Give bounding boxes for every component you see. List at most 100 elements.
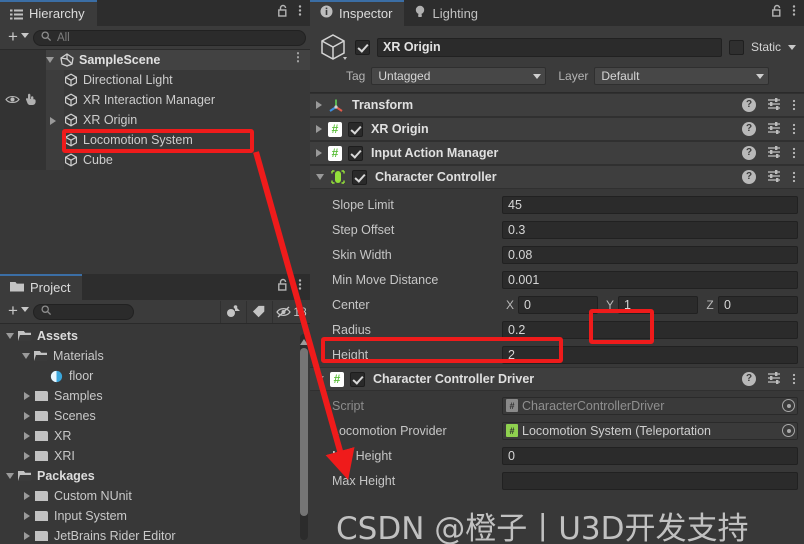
project-item-materials[interactable]: Materials (0, 346, 310, 366)
hierarchy-item-directional-light[interactable]: Directional Light (0, 70, 310, 90)
hierarchy-item-xr-interaction-manager[interactable]: XR Interaction Manager (0, 90, 310, 110)
object-picker-icon[interactable] (782, 399, 795, 412)
component-header-character-controller-driver[interactable]: Character Controller Driver? (310, 367, 804, 391)
preset-sliders-icon[interactable] (767, 169, 781, 185)
tab-inspector[interactable]: Inspector (310, 0, 405, 26)
component-header-xr-origin[interactable]: XR Origin? (310, 117, 804, 141)
project-item-samples[interactable]: Samples (0, 386, 310, 406)
component-enabled-checkbox[interactable] (352, 169, 367, 185)
chevron-right-icon[interactable] (24, 492, 30, 500)
help-circle-icon[interactable]: ? (742, 146, 756, 160)
game-object-enabled-checkbox[interactable] (355, 39, 370, 55)
chevron-right-icon[interactable] (24, 452, 30, 460)
component-header-transform[interactable]: Transform? (310, 93, 804, 117)
chevron-right-icon[interactable] (24, 412, 30, 420)
project-scroll-up-arrow[interactable] (299, 334, 309, 345)
hierarchy-add-button[interactable]: + (4, 28, 33, 47)
chevron-right-icon[interactable] (24, 532, 30, 540)
chevron-right-icon[interactable] (50, 117, 56, 125)
help-circle-icon[interactable]: ? (742, 170, 756, 184)
chevron-right-icon[interactable] (316, 125, 322, 133)
property-input-center-z[interactable]: 0 (718, 295, 798, 314)
chevron-down-icon[interactable] (316, 376, 324, 382)
component-enabled-checkbox[interactable] (350, 371, 365, 387)
project-item-xri[interactable]: XRI (0, 446, 310, 466)
component-header-input-action-manager[interactable]: Input Action Manager? (310, 141, 804, 165)
tab-lighting[interactable]: Lighting (404, 0, 490, 26)
kebab-menu-icon[interactable] (298, 4, 302, 22)
chevron-down-icon[interactable] (22, 353, 30, 359)
project-add-button[interactable]: + (4, 302, 33, 321)
hierarchy-item-cube[interactable]: Cube (0, 150, 310, 170)
property-input-min-move-distance[interactable]: 0.001 (502, 270, 798, 289)
kebab-menu-icon[interactable]: ⋮ (292, 51, 304, 63)
property-input-center-y[interactable]: 1 (618, 295, 698, 314)
project-item-jetbrains-rider-editor[interactable]: JetBrains Rider Editor (0, 526, 310, 544)
preset-sliders-icon[interactable] (767, 121, 781, 137)
chevron-down-icon[interactable] (46, 57, 54, 63)
kebab-menu-icon[interactable] (792, 147, 796, 159)
hierarchy-scene-row[interactable]: SampleScene ⋮ (0, 50, 310, 70)
help-circle-icon[interactable]: ? (742, 372, 756, 386)
hidden-packages-toggle[interactable]: 18 (272, 300, 310, 323)
label-filter-icon[interactable] (246, 300, 272, 323)
project-item-xr[interactable]: XR (0, 426, 310, 446)
chevron-right-icon[interactable] (24, 392, 30, 400)
chevron-right-icon[interactable] (24, 512, 30, 520)
asset-filter-icon[interactable] (220, 300, 246, 323)
hierarchy-search-input[interactable]: All (32, 29, 306, 46)
component-enabled-checkbox[interactable] (348, 145, 363, 161)
project-item-packages[interactable]: Packages (0, 466, 310, 486)
pickability-hand-icon[interactable] (24, 93, 38, 109)
chevron-down-icon[interactable] (316, 174, 324, 180)
property-input-max-height[interactable] (502, 471, 798, 490)
kebab-menu-icon[interactable] (298, 278, 302, 296)
hierarchy-item-xr-origin[interactable]: XR Origin (0, 110, 310, 130)
component-enabled-checkbox[interactable] (348, 121, 363, 137)
game-object-name-input[interactable]: XR Origin (377, 37, 722, 57)
chevron-down-icon[interactable] (6, 473, 14, 479)
object-picker-icon[interactable] (782, 424, 795, 437)
chevron-right-icon[interactable] (316, 101, 322, 109)
chevron-down-icon[interactable] (6, 333, 14, 339)
project-item-floor[interactable]: floor (0, 366, 310, 386)
kebab-menu-icon[interactable] (792, 99, 796, 111)
property-input-step-offset[interactable]: 0.3 (502, 220, 798, 239)
component-header-character-controller[interactable]: Character Controller? (310, 165, 804, 189)
kebab-menu-icon[interactable] (792, 373, 796, 385)
layer-dropdown[interactable]: Default (594, 67, 770, 85)
preset-sliders-icon[interactable] (767, 371, 781, 387)
property-input-center-x[interactable]: 0 (518, 295, 598, 314)
project-item-custom-nunit[interactable]: Custom NUnit (0, 486, 310, 506)
visibility-eye-icon[interactable] (5, 94, 20, 108)
kebab-menu-icon[interactable] (792, 171, 796, 183)
property-input-height[interactable]: 2 (502, 345, 798, 364)
project-scrollbar[interactable] (300, 334, 308, 540)
tag-dropdown[interactable]: Untagged (371, 67, 547, 85)
project-item-input-system[interactable]: Input System (0, 506, 310, 526)
project-item-assets[interactable]: Assets (0, 326, 310, 346)
property-input-min-height[interactable]: 0 (502, 446, 798, 465)
tab-project[interactable]: Project (0, 274, 83, 300)
project-search-input[interactable] (32, 303, 135, 320)
property-object-field-script[interactable]: CharacterControllerDriver (502, 396, 798, 415)
project-scrollbar-thumb[interactable] (300, 348, 308, 516)
lock-open-icon[interactable] (278, 278, 289, 296)
property-input-radius[interactable]: 0.2 (502, 320, 798, 339)
lock-open-icon[interactable] (772, 4, 783, 22)
preset-sliders-icon[interactable] (767, 145, 781, 161)
lock-open-icon[interactable] (278, 4, 289, 22)
project-item-scenes[interactable]: Scenes (0, 406, 310, 426)
property-object-field-locomotion-provider[interactable]: Locomotion System (Teleportation (502, 421, 798, 440)
kebab-menu-icon[interactable] (792, 123, 796, 135)
kebab-menu-icon[interactable] (792, 4, 796, 22)
help-circle-icon[interactable]: ? (742, 98, 756, 112)
property-input-slope-limit[interactable]: 45 (502, 195, 798, 214)
property-input-skin-width[interactable]: 0.08 (502, 245, 798, 264)
chevron-right-icon[interactable] (24, 432, 30, 440)
static-checkbox[interactable] (728, 39, 744, 55)
help-circle-icon[interactable]: ? (742, 122, 756, 136)
preset-sliders-icon[interactable] (767, 97, 781, 113)
tab-hierarchy[interactable]: Hierarchy (0, 0, 97, 26)
hierarchy-item-locomotion-system[interactable]: Locomotion System (0, 130, 310, 150)
